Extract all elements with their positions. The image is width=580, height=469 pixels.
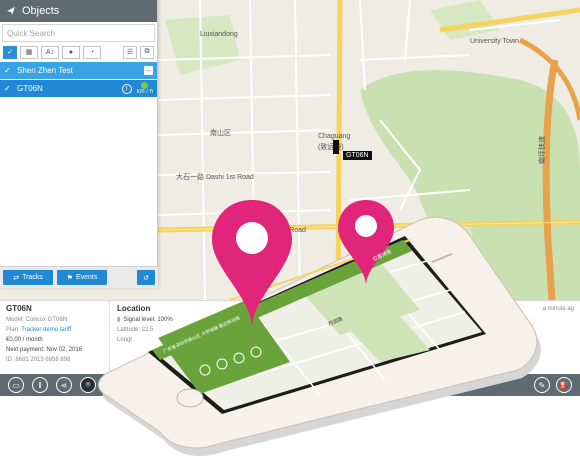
- vehicle-icon[interactable]: ▭: [8, 377, 24, 393]
- location-pin-icon[interactable]: ⌾: [80, 377, 96, 393]
- bottom-right-tools: ✎ ⛽: [534, 377, 572, 393]
- object-plan-prefix: Plan:: [6, 327, 22, 333]
- road-icon[interactable]: ‖: [32, 377, 48, 393]
- signal-icon: ▮: [117, 317, 121, 323]
- car-alarm-status: Car alarm: off: [495, 329, 532, 335]
- road-label-chaguang: 茶光路 Chaguang Road: [232, 227, 306, 234]
- object-model: Model: Concox GT06N: [6, 317, 68, 323]
- map-label-liuxiandong: Liuxiandong: [200, 31, 238, 38]
- input-indicator-1: 1: [495, 317, 503, 325]
- navigation-arrow-icon: [7, 7, 15, 15]
- inputs-title: Inputs: [495, 304, 519, 313]
- group-row-shen-zhen-test[interactable]: ✓ Shen Zhen Test –: [0, 62, 157, 79]
- events-button-label: Events: [75, 274, 98, 281]
- fuel-icon[interactable]: ⛽: [556, 377, 572, 393]
- object-details-title: GT06N: [6, 304, 32, 313]
- ignition-status: Ignition: on: [495, 339, 525, 345]
- object-speed-unit: km / h: [136, 89, 153, 95]
- location-latitude: Latitude: 22.5: [117, 327, 154, 333]
- map-label-zhiyuan: (致远美): [318, 144, 344, 151]
- tracks-button[interactable]: ⇄ Tracks: [3, 270, 53, 285]
- grid-view-icon[interactable]: ▦: [20, 45, 38, 59]
- object-plan-link[interactable]: Tracker demo tariff: [21, 327, 71, 333]
- map-label-ring-road: 南坪快速: [539, 136, 546, 164]
- object-label: GT06N: [17, 84, 43, 93]
- location-gps-text: g to the GPS: [433, 344, 468, 350]
- charge-status: Charge: on: [495, 349, 525, 355]
- online-status-icon: [141, 82, 149, 89]
- location-longitude: Longi: [117, 337, 132, 343]
- objects-panel-footer: ⇄ Tracks ⚑ Events ↺: [0, 266, 158, 288]
- object-checkbox[interactable]: ✓: [4, 84, 12, 93]
- group-label: Shen Zhen Test: [17, 66, 73, 75]
- objects-panel: Objects ✓ ▦ A↕ ● ◔ ☰ ⧉ ✓ Shen Zhen Test …: [0, 0, 158, 288]
- speed-gauge-icon[interactable]: ◔: [83, 45, 101, 59]
- inputs-column: Inputs a minute ag 1 2 3 Car alarm: off …: [488, 301, 580, 375]
- signal-level: Signal level: 100%: [123, 317, 173, 323]
- road-label-dashi: 大石一路 Dashi 1st Road: [176, 174, 254, 181]
- input-indicator-2: 2: [505, 317, 513, 325]
- history-button[interactable]: ↺: [137, 270, 155, 285]
- object-id: ID: 8681 2013 6958 898: [6, 357, 71, 363]
- location-title: Location: [117, 304, 151, 313]
- objects-toolbar: ✓ ▦ A↕ ● ◔ ☰ ⧉: [0, 42, 157, 62]
- list-view-icon[interactable]: ☰: [123, 45, 137, 59]
- collapse-group-icon[interactable]: –: [144, 66, 153, 75]
- object-plan-price: €0.00 / month: [6, 337, 43, 343]
- object-row-gt06n[interactable]: ✓ GT06N i km / h: [0, 80, 157, 97]
- quick-search[interactable]: [2, 24, 155, 42]
- events-button[interactable]: ⚑ Events: [57, 270, 107, 285]
- app-stage: Liuxiandong University Town Chaguang (致远…: [0, 0, 580, 469]
- object-details-column: GT06N Model: Concox GT06N Plan: Tracker …: [0, 301, 110, 375]
- object-info-icon[interactable]: i: [121, 83, 132, 94]
- inputs-indicators: 1 2 3: [495, 317, 574, 325]
- objects-panel-header: Objects: [0, 0, 157, 22]
- select-all-checkbox[interactable]: ✓: [3, 45, 17, 59]
- tracks-icon: ⇄: [13, 274, 20, 282]
- tracks-button-label: Tracks: [22, 274, 43, 281]
- expand-icon[interactable]: ⧉: [140, 45, 154, 59]
- history-icon: ↺: [143, 274, 149, 282]
- object-info-bar: GT06N Model: Concox GT06N Plan: Tracker …: [0, 300, 580, 375]
- tools-icon[interactable]: ✎: [534, 377, 550, 393]
- share-icon[interactable]: ⋖: [56, 377, 72, 393]
- group-checkbox[interactable]: ✓: [4, 66, 12, 75]
- timeline-scrollbar[interactable]: [260, 381, 420, 389]
- location-column: Location ▮ Signal level: 100% Latitude: …: [111, 301, 491, 375]
- status-filter-icon[interactable]: ●: [62, 45, 80, 59]
- input-indicator-3: 3: [515, 317, 523, 325]
- vehicle-map-label[interactable]: GT06N: [343, 151, 372, 160]
- inputs-time-ago: a minute ag: [542, 306, 574, 312]
- bottom-toolbar: ▭ ‖ ⋖ ⌾ ✎ ⛽: [0, 374, 580, 396]
- objects-panel-title: Objects: [22, 5, 60, 17]
- map-label-nanshan: 南山区: [210, 130, 231, 137]
- map-label-university-town: University Town: [470, 38, 519, 45]
- quick-search-input[interactable]: [7, 28, 154, 38]
- sort-button[interactable]: A↕: [41, 45, 59, 59]
- object-next-payment: Next payment: Nov 02, 2016: [6, 347, 83, 353]
- events-icon: ⚑: [66, 274, 73, 282]
- map-label-chaguang: Chaguang: [318, 133, 351, 140]
- vehicle-marker[interactable]: [333, 140, 339, 154]
